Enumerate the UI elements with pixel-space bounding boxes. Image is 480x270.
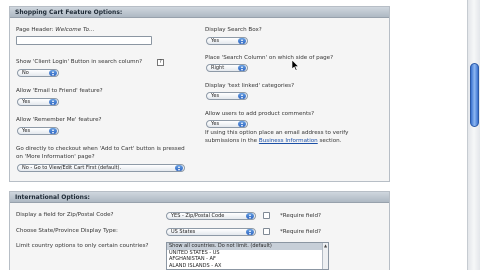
updown-arrows-icon: ▴ ▾ [49, 128, 57, 134]
remember-me-select[interactable]: Yes ▴ ▾ [17, 127, 59, 135]
page-header-label-text: Page Header: [16, 27, 56, 33]
updown-arrows-icon: ▴ ▾ [238, 121, 246, 127]
page-scrollbar-thumb[interactable] [470, 63, 479, 127]
page-scrollbar[interactable] [467, 0, 480, 270]
search-box-value: Yes [211, 38, 220, 44]
international-section-title: International Options: [10, 192, 389, 203]
scroll-up-icon[interactable]: ▲ [323, 243, 328, 248]
state-required-checkbox[interactable] [263, 228, 270, 235]
page-header-hint: Welcome To... [55, 27, 95, 33]
search-box-select[interactable]: Yes ▴ ▾ [206, 37, 248, 45]
client-login-value: No [22, 70, 29, 76]
text-linked-select[interactable]: Yes ▴ ▾ [206, 92, 248, 100]
text-linked-value: Yes [211, 93, 220, 99]
product-comments-select[interactable]: Yes ▴ ▾ [206, 120, 248, 128]
comments-note-pre: submissions in the [205, 138, 259, 144]
postal-required-label: *Require field? [280, 213, 321, 219]
updown-arrows-icon: ▴ ▾ [238, 65, 246, 71]
search-column-select[interactable]: Right ▴ ▾ [206, 64, 248, 72]
remember-me-value: Yes [22, 128, 31, 134]
comments-note-post: section. [317, 138, 342, 144]
country-listbox[interactable]: Show all countries. Do not limit. (defau… [166, 242, 329, 270]
updown-arrows-icon: ▴ ▾ [49, 99, 57, 105]
business-information-link[interactable]: Business Information [259, 138, 318, 144]
postal-code-select[interactable]: YES - Zip/Postal Code ▴ ▾ [166, 212, 256, 220]
postal-required-checkbox[interactable] [263, 212, 270, 219]
limit-country-label: Limit country options to only certain co… [16, 243, 149, 249]
checkout-select[interactable]: No - Go to View/Edit Cart First (default… [17, 164, 185, 172]
search-box-label: Display Search Box? [205, 27, 262, 33]
state-display-label: Choose State/Province Display Type: [16, 228, 118, 234]
updown-arrows-icon: ▴ ▾ [238, 38, 246, 44]
updown-arrows-icon: ▴ ▾ [49, 70, 57, 76]
search-column-value: Right [211, 65, 225, 71]
text-linked-label: Display 'text linked' categories? [205, 83, 295, 89]
email-friend-value: Yes [22, 99, 31, 105]
email-friend-select[interactable]: Yes ▴ ▾ [17, 98, 59, 106]
help-icon[interactable]: ? [157, 59, 164, 66]
remember-me-label: Allow 'Remember Me' feature? [16, 117, 102, 123]
updown-arrows-icon: ▴ ▾ [175, 165, 183, 171]
product-comments-value: Yes [211, 121, 220, 127]
settings-page: Shopping Cart Feature Options: Page Head… [0, 0, 480, 270]
country-list-scrollbar[interactable]: ▲ [322, 243, 328, 269]
checkout-label-line2: on 'More Information' page? [16, 154, 95, 160]
page-header-label: Page Header: Welcome To... [16, 27, 94, 33]
checkout-label-line1: Go directly to checkout when 'Add to Car… [16, 146, 185, 152]
email-friend-label: Allow 'Email to Friend' feature? [16, 88, 103, 94]
country-option[interactable]: ALAND ISLANDS - AX [167, 263, 328, 270]
page-header-input[interactable] [16, 36, 152, 45]
comments-note-line2: submissions in the Business Information … [205, 138, 341, 144]
state-display-value: US States [171, 229, 196, 235]
updown-arrows-icon: ▴ ▾ [246, 229, 254, 235]
updown-arrows-icon: ▴ ▾ [238, 93, 246, 99]
state-required-label: *Require field? [280, 229, 321, 235]
client-login-select[interactable]: No ▴ ▾ [17, 69, 59, 77]
product-comments-label: Allow users to add product comments? [205, 111, 315, 117]
comments-note-line1: If using this option place an email addr… [205, 130, 349, 136]
updown-arrows-icon: ▴ ▾ [246, 213, 254, 219]
checkout-value: No - Go to View/Edit Cart First (default… [22, 165, 122, 171]
postal-code-label: Display a field for Zip/Postal Code? [16, 212, 114, 218]
mouse-pointer-icon [292, 60, 300, 71]
shopping-cart-section-title: Shopping Cart Feature Options: [10, 7, 389, 18]
search-column-label: Place 'Search Column' on which side of p… [205, 55, 334, 61]
client-login-label: Show 'Client Login' Button in search col… [16, 59, 143, 65]
postal-code-value: YES - Zip/Postal Code [171, 213, 225, 219]
state-display-select[interactable]: US States ▴ ▾ [166, 228, 256, 236]
